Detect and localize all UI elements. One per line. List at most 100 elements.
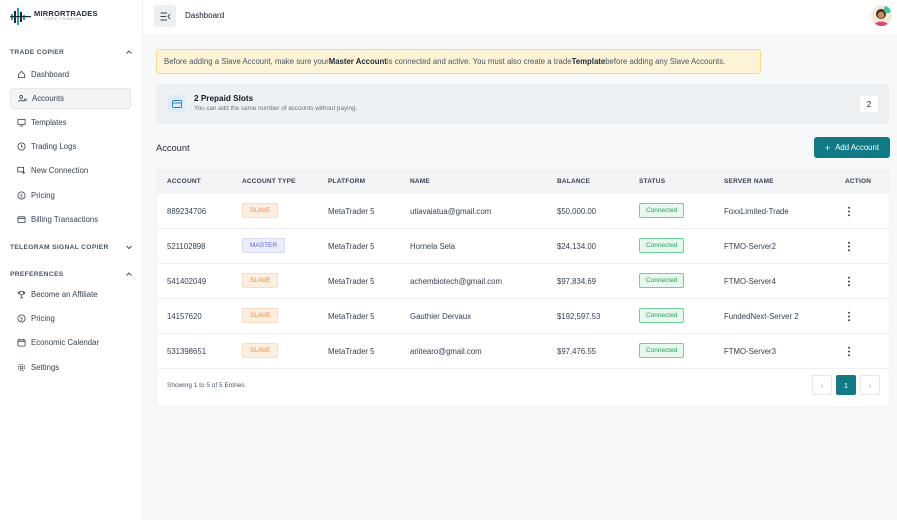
- server-name-cell: FTMO-Server4: [724, 277, 776, 286]
- sidebar-item-economic-calendar[interactable]: Economic Calendar: [10, 332, 131, 353]
- column-header[interactable]: SERVER NAME: [724, 178, 774, 185]
- platform-cell: MetaTrader 5: [328, 312, 375, 321]
- name-cell: Gauthier Dervaux: [410, 312, 472, 321]
- sidebar-item-new-connection[interactable]: New Connection: [10, 160, 131, 181]
- table-row[interactable]: 889234706 SLAVE MetaTrader 5 utiavaiatua…: [157, 194, 889, 229]
- sidebar-item-trading-logs[interactable]: Trading Logs: [10, 136, 131, 157]
- gear-icon: [17, 363, 26, 372]
- slots-count-badge: 2: [860, 96, 878, 112]
- sidebar-item-label: Trading Logs: [31, 142, 77, 151]
- server-name-cell: FTMO-Server3: [724, 347, 776, 356]
- add-account-button[interactable]: + Add Account: [814, 137, 890, 158]
- menu-toggle-button[interactable]: [154, 5, 176, 27]
- account-type-badge: SLAVE: [242, 203, 279, 218]
- more-options-icon[interactable]: [845, 346, 853, 357]
- table-row[interactable]: 541402049 SLAVE MetaTrader 5 achembiotec…: [157, 264, 889, 299]
- pagination-next-button[interactable]: ›: [860, 375, 880, 395]
- logo-icon: [10, 8, 31, 25]
- section-preferences[interactable]: PREFERENCES: [10, 270, 133, 278]
- section-title: TELEGRAM SIGNAL COPIER: [10, 243, 109, 251]
- balance-cell: $192,597.53: [557, 312, 601, 321]
- pagination-prev-button[interactable]: ‹: [812, 375, 832, 395]
- name-cell: utiavaiatua@gmail.com: [410, 207, 492, 216]
- slots-subtitle: You can add the same number of accounts …: [194, 105, 358, 112]
- table-row[interactable]: 531398651 SLAVE MetaTrader 5 ariitearo@g…: [157, 334, 889, 369]
- pagination-page-button[interactable]: 1: [836, 375, 856, 395]
- info-alert: Before adding a Slave Account, make sure…: [156, 49, 761, 74]
- sidebar-item-label: Settings: [31, 363, 60, 372]
- table-row[interactable]: 14157620 SLAVE MetaTrader 5 Gauthier Der…: [157, 299, 889, 334]
- card-icon: [168, 95, 185, 112]
- account-type-badge: SLAVE: [242, 308, 279, 323]
- more-options-icon[interactable]: [845, 241, 853, 252]
- chevron-down-icon: [126, 245, 132, 250]
- logo-subtitle: COPY TRADING: [44, 16, 83, 21]
- more-options-icon[interactable]: [845, 276, 853, 287]
- sidebar-item-become-affiliate[interactable]: Become an Affiliate: [10, 284, 131, 305]
- sidebar-item-dashboard[interactable]: Dashboard: [10, 64, 131, 85]
- sidebar-item-label: New Connection: [31, 166, 89, 175]
- dollar-circle-icon: $: [17, 191, 26, 200]
- plus-icon: +: [824, 142, 831, 153]
- section-title-account: Account: [156, 143, 190, 153]
- column-header[interactable]: ACCOUNT: [167, 178, 201, 185]
- more-options-icon[interactable]: [845, 206, 853, 217]
- sidebar-item-billing-transactions[interactable]: Billing Transactions: [10, 209, 131, 230]
- sidebar-item-templates[interactable]: Templates: [10, 112, 131, 133]
- server-name-cell: FundedNext-Server 2: [724, 312, 799, 321]
- name-cell: Hornela Sela: [410, 242, 456, 251]
- balance-cell: $97,834.69: [557, 277, 597, 286]
- account-number: 531398651: [167, 347, 207, 356]
- prepaid-slots-card: 2 Prepaid Slots You can add the same num…: [156, 84, 890, 124]
- account-number: 14157620: [167, 312, 202, 321]
- sidebar-item-label: Accounts: [32, 94, 65, 103]
- accounts-table: ACCOUNT ACCOUNT TYPE PLATFORM NAME BALAN…: [156, 169, 890, 407]
- top-bar: Dashboard: [143, 0, 897, 34]
- alert-text: Before adding a Slave Account, make sure…: [164, 57, 329, 66]
- more-options-icon[interactable]: [845, 311, 853, 322]
- sidebar: MIRRORTRADES COPY TRADING TRADE COPIER D…: [0, 0, 143, 520]
- column-header[interactable]: ACCOUNT TYPE: [242, 178, 296, 185]
- sidebar-item-label: Pricing: [31, 191, 55, 200]
- chevron-up-icon: [126, 272, 132, 276]
- trophy-icon: [17, 290, 26, 299]
- alert-bold-master-account: Master Account: [328, 57, 387, 66]
- chevron-up-icon: [126, 50, 132, 54]
- balance-cell: $24,134.00: [557, 242, 597, 251]
- home-icon: [17, 70, 26, 79]
- sidebar-item-label: Economic Calendar: [31, 338, 100, 347]
- server-name-cell: FoxxLimited-Trade: [724, 207, 789, 216]
- column-header[interactable]: NAME: [410, 178, 430, 185]
- sidebar-item-label: Billing Transactions: [31, 215, 99, 224]
- account-type-badge: MASTER: [242, 238, 286, 253]
- column-header[interactable]: STATUS: [639, 178, 665, 185]
- menu-collapse-icon: [160, 12, 170, 20]
- app-logo[interactable]: MIRRORTRADES COPY TRADING: [10, 6, 98, 26]
- platform-cell: MetaTrader 5: [328, 242, 375, 251]
- name-cell: achembiotech@gmail.com: [410, 277, 502, 286]
- column-header[interactable]: BALANCE: [557, 178, 590, 185]
- server-name-cell: FTMO-Server2: [724, 242, 776, 251]
- breadcrumb: Dashboard: [185, 11, 225, 20]
- status-badge: Connected: [639, 273, 685, 288]
- column-header[interactable]: PLATFORM: [328, 178, 365, 185]
- section-trade-copier[interactable]: TRADE COPIER: [10, 48, 133, 56]
- section-telegram-signal-copier[interactable]: TELEGRAM SIGNAL COPIER: [10, 243, 133, 251]
- svg-text:$: $: [20, 316, 23, 322]
- sidebar-item-label: Pricing: [31, 314, 55, 323]
- avatar[interactable]: [871, 5, 892, 26]
- user-link-icon: [18, 95, 27, 102]
- platform-cell: MetaTrader 5: [328, 207, 375, 216]
- sidebar-item-accounts[interactable]: Accounts: [10, 88, 131, 109]
- account-type-badge: SLAVE: [242, 343, 279, 358]
- account-number: 541402049: [167, 277, 207, 286]
- sidebar-item-settings[interactable]: Settings: [10, 357, 131, 378]
- alert-text: is connected and active. You must also c…: [386, 57, 572, 66]
- sidebar-item-pricing[interactable]: $ Pricing: [10, 185, 131, 206]
- slots-title: 2 Prepaid Slots: [194, 94, 254, 103]
- section-title: PREFERENCES: [10, 270, 64, 278]
- table-row[interactable]: 521102898 MASTER MetaTrader 5 Hornela Se…: [157, 229, 889, 264]
- sidebar-item-label: Dashboard: [31, 70, 70, 79]
- link-device-icon: [17, 166, 26, 175]
- sidebar-item-pricing-preferences[interactable]: $ Pricing: [10, 308, 131, 329]
